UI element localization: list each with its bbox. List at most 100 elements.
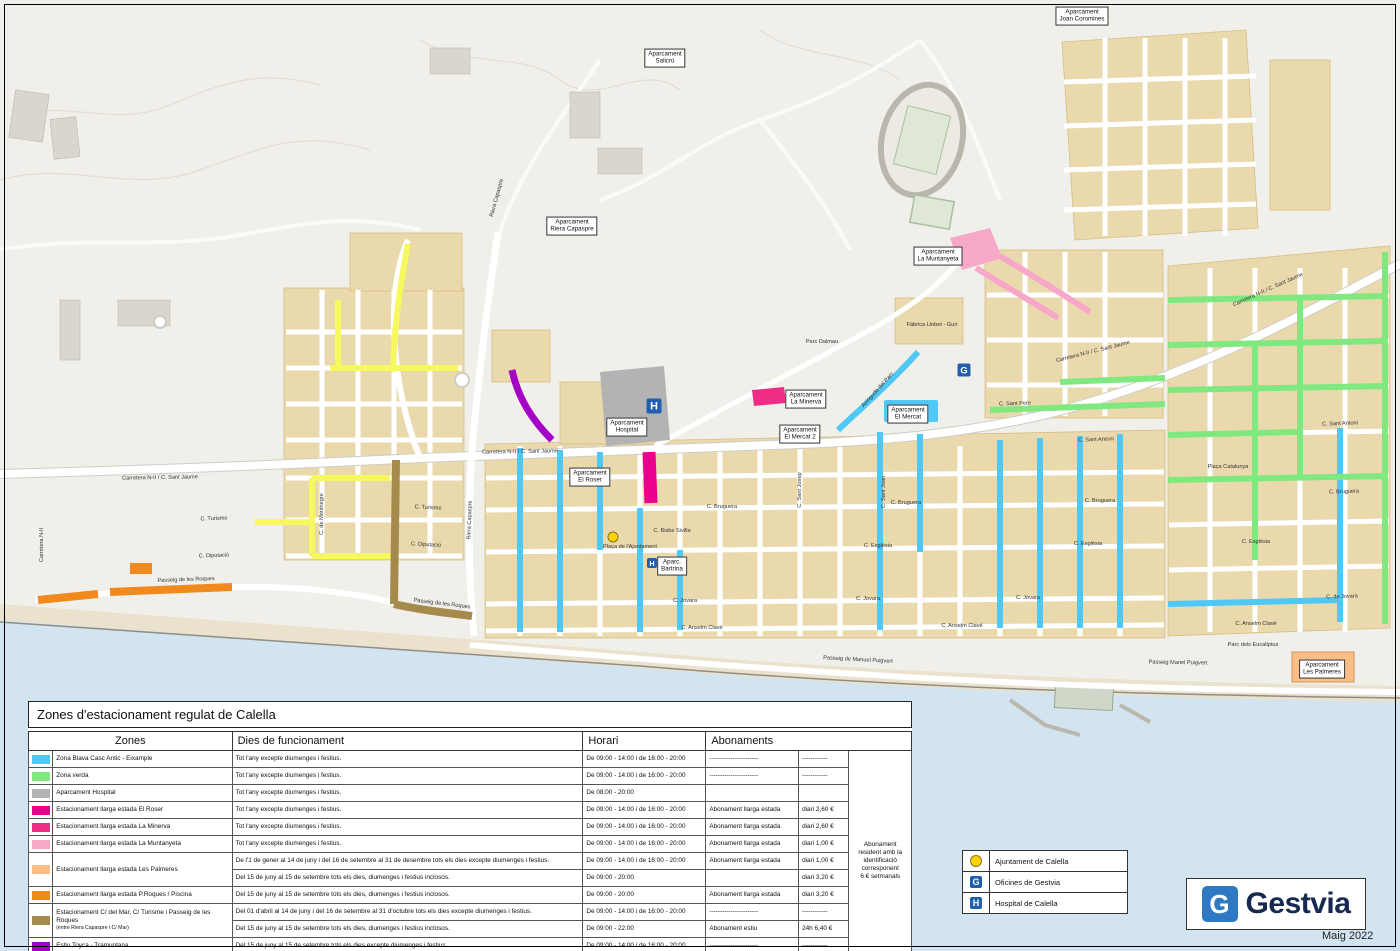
zone-color-swatch <box>32 806 50 815</box>
symbol-row-gestvia: G Oficines de Gestvia <box>963 872 1127 893</box>
col-header-dies: Dies de funcionament <box>232 732 583 751</box>
zone-name-cell: Aparcament Hospital <box>53 785 232 802</box>
dies-cell: Tot l'any excepte diumenges i festius. <box>232 836 583 853</box>
zone-swatch-cell <box>29 819 53 836</box>
horari-cell: De 09:00 - 14:00 i de 16:00 - 20:00 <box>583 768 706 785</box>
legend-row: Estacionament llarga estada La Muntanyet… <box>29 836 912 853</box>
zone-color-swatch <box>32 755 50 764</box>
zone-piscina-parking <box>130 563 152 574</box>
legend-row: Estacionament llarga estada Les Palmeres… <box>29 853 912 870</box>
zone-swatch-cell <box>29 836 53 853</box>
legend-row: Aparcament HospitalTot l'any excepte diu… <box>29 785 912 802</box>
zone-palmeres-parking <box>1292 652 1354 682</box>
horari-cell: De 09:00 - 14:00 i de 16:00 - 20:00 <box>583 938 706 951</box>
abonament-cell: ----------------------- <box>706 768 799 785</box>
zone-color-swatch <box>32 865 50 874</box>
legend-row: Estacionament llarga estada La MinervaTo… <box>29 819 912 836</box>
abonament-cell: ----------------------- <box>706 751 799 768</box>
legend-row: Estacionament llarga estada P.Roques / P… <box>29 887 912 904</box>
col-header-horari: Horari <box>583 732 706 751</box>
legend-row: Zona Blava Casc Antic - EixampleTot l'an… <box>29 751 912 768</box>
preu-cell: ------------ <box>799 904 849 921</box>
horari-cell: De 09:00 - 14:00 i de 16:00 - 20:00 <box>583 853 706 870</box>
dies-cell: Tot l'any excepte diumenges i festius. <box>232 785 583 802</box>
preu-cell: diari 3,20 € <box>799 870 849 887</box>
gestvia-office-icon: G <box>970 876 982 888</box>
legend-row: Estacionament C/ del Mar, C/ Turisme i P… <box>29 904 912 921</box>
abonament-cell: ----------------------- <box>706 938 799 951</box>
zone-mercat-parking <box>884 400 938 422</box>
zone-name-cell: Estiu Toyca - Tramuntana <box>53 938 232 951</box>
legend-title: Zones d'estacionament regulat de Calella <box>28 701 912 728</box>
zone-name-cell: Estacionament llarga estada La Minerva <box>53 819 232 836</box>
horari-cell: De 09:00 - 22:00 <box>583 921 706 938</box>
abonament-cell: Abonament estiu <box>706 921 799 938</box>
zones-table: Zones Dies de funcionament Horari Abonam… <box>28 731 912 951</box>
horari-cell: De 09:00 - 14:00 i de 16:00 - 20:00 <box>583 904 706 921</box>
preu-cell: ------------ <box>799 768 849 785</box>
horari-cell: De 09:00 - 14:00 i de 16:00 - 20:00 <box>583 751 706 768</box>
dies-cell: Del 15 de juny al 15 de setembre tots el… <box>232 921 583 938</box>
hospital-icon: H <box>970 897 982 909</box>
dies-cell: Del 01 d'abril al 14 de juny i del 16 de… <box>232 904 583 921</box>
preu-cell: diari 2,60 € <box>799 802 849 819</box>
zone-name-cell: Zona verda <box>53 768 232 785</box>
abonament-cell: Abonament llarga estada <box>706 819 799 836</box>
zone-name-cell: Estacionament llarga estada Les Palmeres <box>53 853 232 887</box>
legend-row: Estiu Toyca - TramuntanaDel 15 de juny a… <box>29 938 912 951</box>
preu-cell <box>799 785 849 802</box>
dies-cell: Del 15 de juny al 15 de setembre tots el… <box>232 887 583 904</box>
dies-cell: Del 15 de juny al 15 de setembre tots el… <box>232 870 583 887</box>
preu-cell: diari 1,00 € <box>799 836 849 853</box>
zone-color-swatch <box>32 916 50 925</box>
zone-color-swatch <box>32 840 50 849</box>
zone-swatch-cell <box>29 768 53 785</box>
gestvia-logo: G Gestvia <box>1186 878 1366 930</box>
zone-color-swatch <box>32 942 50 951</box>
map-date: Maig 2022 <box>1322 930 1373 942</box>
zone-color-swatch <box>32 891 50 900</box>
horari-cell: De 09:00 - 20:00 <box>583 887 706 904</box>
abonament-cell <box>706 870 799 887</box>
horari-cell: De 09:00 - 20:00 <box>583 870 706 887</box>
horari-cell: De 08:00 - 20:00 <box>583 785 706 802</box>
symbol-label-ajuntament: Ajuntament de Calella <box>990 857 1068 866</box>
zone-name-cell: Estacionament llarga estada La Muntanyet… <box>53 836 232 853</box>
zone-minerva-parking <box>752 387 786 406</box>
zone-swatch-cell <box>29 904 53 938</box>
zone-name-cell: Estacionament C/ del Mar, C/ Turisme i P… <box>53 904 232 938</box>
abonament-cell <box>706 785 799 802</box>
legend-row: Zona verdaTot l'any excepte diumenges i … <box>29 768 912 785</box>
gestvia-logo-icon: G <box>1202 886 1238 922</box>
table-header-row: Zones Dies de funcionament Horari Abonam… <box>29 732 912 751</box>
football-pitch <box>910 195 954 230</box>
horari-cell: De 09:00 - 14:00 i de 16:00 - 20:00 <box>583 819 706 836</box>
abonament-cell: Abonament llarga estada <box>706 887 799 904</box>
zone-color-swatch <box>32 823 50 832</box>
zone-swatch-cell <box>29 785 53 802</box>
resident-note-cell: Abonament resident amb la identificació … <box>849 751 912 951</box>
dies-cell: Tot l'any excepte diumenges i festius. <box>232 751 583 768</box>
zone-hospital-parking <box>600 366 670 446</box>
zone-swatch-cell <box>29 751 53 768</box>
symbol-row-hospital: H Hospital de Calella <box>963 893 1127 913</box>
preu-cell: 24h 6,40 € <box>799 921 849 938</box>
zone-name-cell: Estacionament llarga estada P.Roques / P… <box>53 887 232 904</box>
zone-color-swatch <box>32 772 50 781</box>
symbol-row-ajuntament: Ajuntament de Calella <box>963 851 1127 872</box>
preu-cell: diari 3,20 € <box>799 887 849 904</box>
symbol-label-hospital: Hospital de Calella <box>990 899 1058 908</box>
preu-cell: ------------ <box>799 751 849 768</box>
zone-swatch-cell <box>29 938 53 951</box>
dies-cell: De l'1 de gener al 14 de juny i del 16 d… <box>232 853 583 870</box>
abonament-cell: ----------------------- <box>706 904 799 921</box>
zone-swatch-cell <box>29 887 53 904</box>
preu-cell: diari 2,60 € <box>799 819 849 836</box>
abonament-cell: Abonament llarga estada <box>706 836 799 853</box>
zone-swatch-cell <box>29 802 53 819</box>
horari-cell: De 09:00 - 14:00 i de 16:00 - 20:00 <box>583 836 706 853</box>
abonament-cell: Abonament llarga estada <box>706 853 799 870</box>
zone-swatch-cell <box>29 853 53 887</box>
horari-cell: De 09:00 - 14:00 i de 16:00 - 20:00 <box>583 802 706 819</box>
town-hall-icon <box>970 855 982 867</box>
